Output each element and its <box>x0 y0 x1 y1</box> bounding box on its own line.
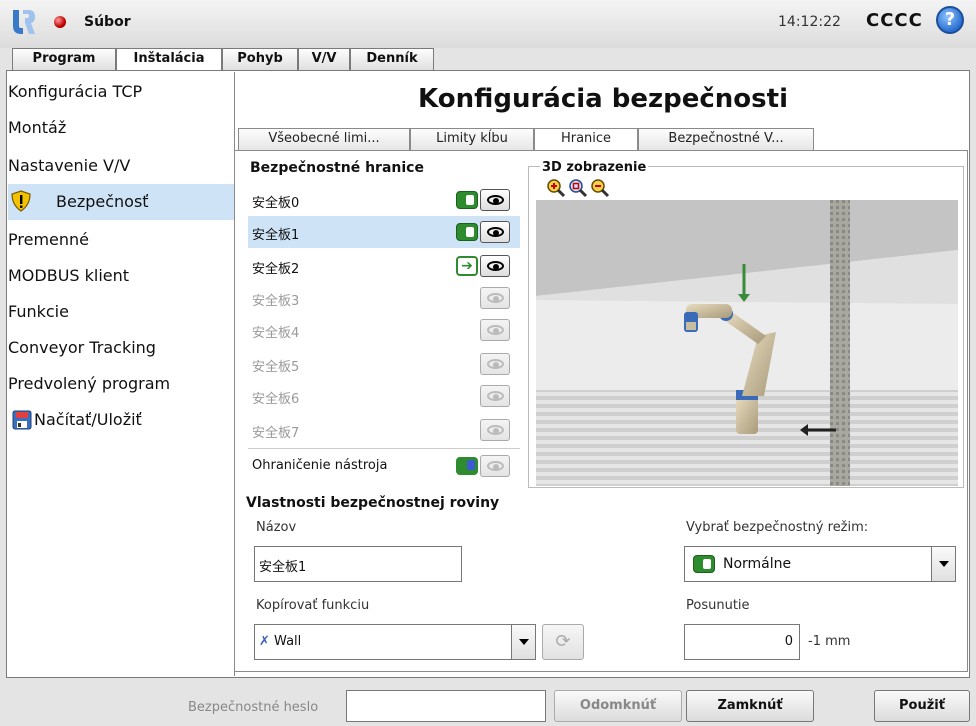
copy-feature-select[interactable]: ✗ Wall <box>254 624 536 660</box>
warning-shield-icon <box>11 190 31 212</box>
normal-mode-icon[interactable] <box>456 191 478 209</box>
tab-general-limits[interactable]: Všeobecné limi... <box>238 128 410 150</box>
eye-icon[interactable] <box>480 385 510 407</box>
boundary-row[interactable]: 安全板4 <box>248 314 520 346</box>
safety-mode-value: Normálne <box>723 556 792 572</box>
boundary-label: 安全板7 <box>252 426 300 441</box>
boundary-row[interactable]: 安全板2 ➔ <box>248 250 520 282</box>
sidebar-item-label: MODBUS klient <box>8 266 130 285</box>
sidebar-item-label: Načítať/Uložiť <box>34 410 142 429</box>
eye-icon[interactable] <box>480 221 510 243</box>
tab-io[interactable]: V/V <box>298 48 350 70</box>
eye-icon[interactable] <box>480 455 510 477</box>
sidebar-item-load-save[interactable]: Načítať/Uložiť <box>8 402 234 438</box>
sidebar: Konfigurácia TCP Montáž Nastavenie V/V B… <box>8 72 234 676</box>
eye-icon[interactable] <box>480 189 510 211</box>
shift-field[interactable]: 0 <box>684 624 800 660</box>
refresh-button[interactable]: ⟳ <box>542 624 584 660</box>
sidebar-item-label: Konfigurácia TCP <box>8 82 143 101</box>
boundary-row[interactable]: 安全板6 <box>248 380 520 412</box>
boundary-label: 安全板4 <box>252 326 300 341</box>
sidebar-item-label: Nastavenie V/V <box>8 156 131 175</box>
boundary-label: 安全板0 <box>252 196 300 211</box>
reduced-switch-icon[interactable]: ➔ <box>456 256 478 276</box>
boundary-label: 安全板3 <box>252 294 300 309</box>
tab-safety-io[interactable]: Bezpečnostné V... <box>638 128 814 150</box>
tab-log[interactable]: Denník <box>350 48 434 70</box>
clock: 14:12:22 <box>778 14 841 30</box>
ur-logo-icon <box>13 10 35 34</box>
tab-program[interactable]: Program <box>12 48 116 70</box>
file-menu[interactable]: Súbor <box>84 14 131 30</box>
sidebar-item-conveyor[interactable]: Conveyor Tracking <box>8 330 234 366</box>
boundaries-title: Bezpečnostné hranice <box>250 160 424 176</box>
tab-installation[interactable]: Inštalácia <box>116 48 222 71</box>
eye-icon[interactable] <box>480 319 510 341</box>
safety-mode-label: Vybrať bezpečnostný režim: <box>686 520 869 535</box>
sidebar-item-label: Predvolený program <box>8 374 171 393</box>
zoom-in-icon[interactable] <box>546 178 566 198</box>
name-label: Názov <box>256 520 297 535</box>
eye-icon[interactable] <box>480 419 510 441</box>
plane-properties-title: Vlastnosti bezpečnostnej roviny <box>246 495 500 511</box>
boundary-label: 安全板5 <box>252 360 300 375</box>
boundary-row[interactable]: 安全板1 <box>248 216 520 248</box>
chevron-down-icon[interactable] <box>931 547 955 581</box>
boundary-row[interactable]: 安全板5 <box>248 348 520 380</box>
zoom-out-icon[interactable] <box>590 178 610 198</box>
tool-limit-row[interactable]: Ohraničenie nástroja <box>248 450 520 482</box>
shift-label: Posunutie <box>686 598 750 613</box>
eye-icon[interactable] <box>480 255 510 277</box>
robot-name: CCCC <box>866 10 923 31</box>
shift-unit: -1 mm <box>808 634 851 649</box>
safety-password-field[interactable] <box>346 690 546 722</box>
tab-joint-limits[interactable]: Limity kĺbu <box>410 128 534 150</box>
sidebar-item-tcp[interactable]: Konfigurácia TCP <box>8 74 234 110</box>
boundary-label: 安全板2 <box>252 262 300 277</box>
unlock-button[interactable]: Odomknúť <box>554 690 682 722</box>
safety-password-label: Bezpečnostné heslo <box>188 700 319 715</box>
normal-mode-icon[interactable] <box>456 223 478 241</box>
plane-feature-icon: ✗ <box>259 634 270 649</box>
sidebar-item-label: Bezpečnosť <box>56 192 149 211</box>
floppy-disk-icon <box>12 410 32 430</box>
boundary-row[interactable]: 安全板7 <box>248 414 520 446</box>
help-icon[interactable]: ? <box>936 6 964 34</box>
apply-button[interactable]: Použiť <box>874 690 970 722</box>
copy-feature-value: Wall <box>274 634 302 649</box>
boundary-label: 安全板1 <box>252 228 300 243</box>
eye-icon[interactable] <box>480 287 510 309</box>
sidebar-item-io-setup[interactable]: Nastavenie V/V <box>8 148 234 184</box>
sidebar-item-label: Conveyor Tracking <box>8 338 156 357</box>
sidebar-item-safety[interactable]: Bezpečnosť <box>8 184 234 220</box>
robot-3d-viewport[interactable] <box>536 200 958 486</box>
chevron-down-icon[interactable] <box>511 625 535 659</box>
boundary-row[interactable]: 安全板0 <box>248 184 520 216</box>
tab-move[interactable]: Pohyb <box>222 48 298 70</box>
sidebar-item-mounting[interactable]: Montáž <box>8 110 234 146</box>
eye-icon[interactable] <box>480 353 510 375</box>
sidebar-item-label: Premenné <box>8 230 89 249</box>
normal-mode-icon <box>693 555 715 573</box>
name-field[interactable]: 安全板1 <box>254 546 462 582</box>
view-3d-title: 3D zobrazenie <box>540 160 649 175</box>
boundary-label: 安全板6 <box>252 392 300 407</box>
tool-limit-label: Ohraničenie nástroja <box>252 458 388 473</box>
sidebar-item-label: Funkcie <box>8 302 69 321</box>
divider <box>248 448 520 449</box>
sidebar-item-label: Montáž <box>8 118 67 137</box>
lock-button[interactable]: Zamknúť <box>686 690 814 722</box>
sidebar-item-modbus[interactable]: MODBUS klient <box>8 258 234 294</box>
tool-mode-icon[interactable] <box>456 457 478 475</box>
sidebar-item-variables[interactable]: Premenné <box>8 222 234 258</box>
copy-feature-label: Kopírovať funkciu <box>256 598 370 613</box>
sidebar-item-default-program[interactable]: Predvolený program <box>8 366 234 402</box>
sidebar-item-features[interactable]: Funkcie <box>8 294 234 330</box>
boundary-row[interactable]: 安全板3 <box>248 282 520 314</box>
tab-boundaries[interactable]: Hranice <box>534 128 638 151</box>
page-title: Konfigurácia bezpečnosti <box>418 84 788 114</box>
zoom-fit-icon[interactable] <box>568 178 588 198</box>
robot-status-icon[interactable] <box>54 16 66 28</box>
safety-mode-select[interactable]: Normálne <box>684 546 956 582</box>
